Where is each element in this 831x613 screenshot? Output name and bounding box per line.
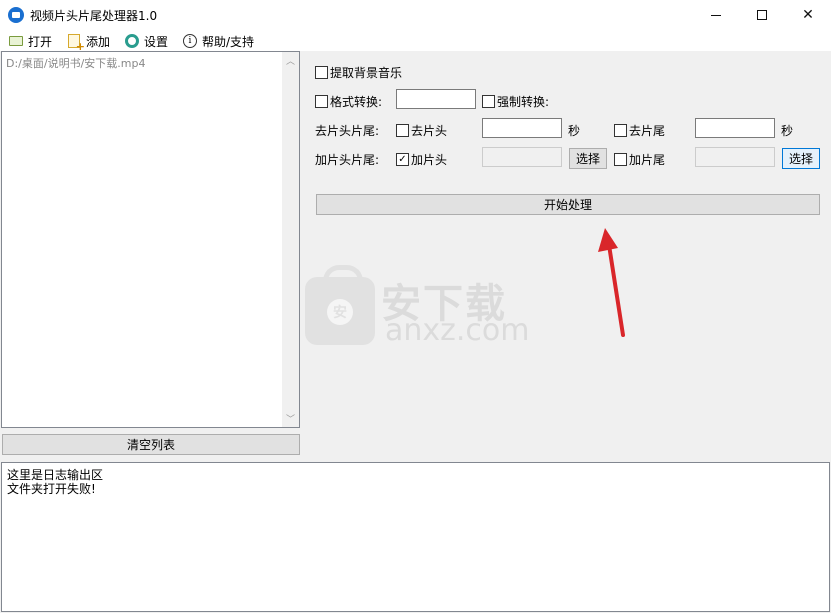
checkbox-box: [614, 124, 627, 137]
shopping-bag-icon: 安: [305, 265, 375, 345]
menu-settings[interactable]: 设置: [124, 32, 168, 50]
app-icon: [8, 7, 24, 23]
remove-head-label: 去片头: [411, 124, 448, 138]
remove-row-label: 去片头片尾:: [315, 124, 380, 138]
clear-list-button[interactable]: 清空列表: [2, 434, 300, 455]
checkbox-box: [315, 66, 328, 79]
add-row-label: 加片头片尾:: [315, 153, 380, 167]
menu-settings-label: 设置: [144, 34, 169, 49]
add-head-checkbox[interactable]: ✓ 加片头: [396, 151, 447, 168]
log-output[interactable]: 这里是日志输出区 文件夹打开失败!: [1, 462, 830, 612]
extract-bgm-label: 提取背景音乐: [330, 66, 403, 80]
force-convert-checkbox[interactable]: 强制转换:: [482, 93, 549, 110]
gear-icon: [124, 33, 140, 49]
add-head-label: 加片头: [411, 153, 448, 167]
remove-head-checkbox[interactable]: 去片头: [396, 122, 447, 139]
format-input[interactable]: [396, 89, 476, 109]
watermark: 安 安下载 anxz.com: [305, 265, 530, 348]
file-list[interactable]: D:/桌面/说明书/安下载.mp4 ︿ ﹀: [1, 51, 300, 428]
info-icon: i: [182, 33, 198, 49]
scroll-down-icon[interactable]: ﹀: [282, 410, 299, 427]
maximize-button[interactable]: [739, 0, 785, 30]
add-file-icon: [66, 33, 85, 53]
minimize-icon: [711, 14, 721, 16]
add-head-path-input[interactable]: [482, 147, 562, 167]
remove-tail-checkbox[interactable]: 去片尾: [614, 122, 665, 139]
title-bar: 视频片头片尾处理器1.0 ✕: [0, 0, 831, 30]
log-line: 文件夹打开失败!: [7, 482, 96, 496]
close-icon: ✕: [802, 7, 814, 23]
folder-open-icon: [8, 33, 24, 49]
menu-open[interactable]: 打开: [8, 32, 52, 50]
list-item[interactable]: D:/桌面/说明书/安下载.mp4: [6, 55, 146, 71]
window-title: 视频片头片尾处理器1.0: [30, 9, 158, 23]
add-tail-select-button[interactable]: 选择: [782, 148, 820, 169]
red-arrow-icon: [598, 228, 625, 337]
menu-add[interactable]: 添加: [66, 32, 111, 53]
menu-help[interactable]: i 帮助/支持: [182, 32, 254, 50]
remove-tail-seconds-input[interactable]: [695, 118, 775, 138]
close-button[interactable]: ✕: [785, 0, 831, 30]
add-tail-path-input[interactable]: [695, 147, 775, 167]
scroll-up-icon[interactable]: ︿: [282, 52, 299, 69]
checkbox-box: [482, 95, 495, 108]
force-convert-label: 强制转换:: [497, 95, 550, 109]
add-tail-label: 加片尾: [629, 153, 666, 167]
format-convert-checkbox[interactable]: 格式转换:: [315, 93, 382, 110]
menu-help-label: 帮助/支持: [202, 34, 255, 49]
remove-head-unit: 秒: [568, 124, 581, 138]
add-head-select-button[interactable]: 选择: [569, 148, 607, 169]
file-list-scrollbar[interactable]: ︿ ﹀: [282, 52, 299, 427]
checkbox-box: [315, 95, 328, 108]
menu-open-label: 打开: [28, 34, 53, 49]
extract-bgm-checkbox[interactable]: 提取背景音乐: [315, 64, 402, 81]
remove-head-seconds-input[interactable]: [482, 118, 562, 138]
checkbox-box: [614, 153, 627, 166]
format-convert-label: 格式转换:: [330, 95, 383, 109]
start-process-button[interactable]: 开始处理: [316, 194, 820, 215]
menu-add-label: 添加: [86, 34, 111, 49]
minimize-button[interactable]: [693, 0, 739, 30]
remove-tail-unit: 秒: [781, 124, 794, 138]
watermark-badge: 安: [327, 299, 353, 325]
checkbox-box: [396, 124, 409, 137]
watermark-subtitle: anxz.com: [385, 313, 530, 348]
add-tail-checkbox[interactable]: 加片尾: [614, 151, 665, 168]
checkbox-box: ✓: [396, 153, 409, 166]
remove-tail-label: 去片尾: [629, 124, 666, 138]
maximize-icon: [757, 10, 767, 20]
menu-bar: 打开 添加 设置 i 帮助/支持: [0, 30, 831, 53]
